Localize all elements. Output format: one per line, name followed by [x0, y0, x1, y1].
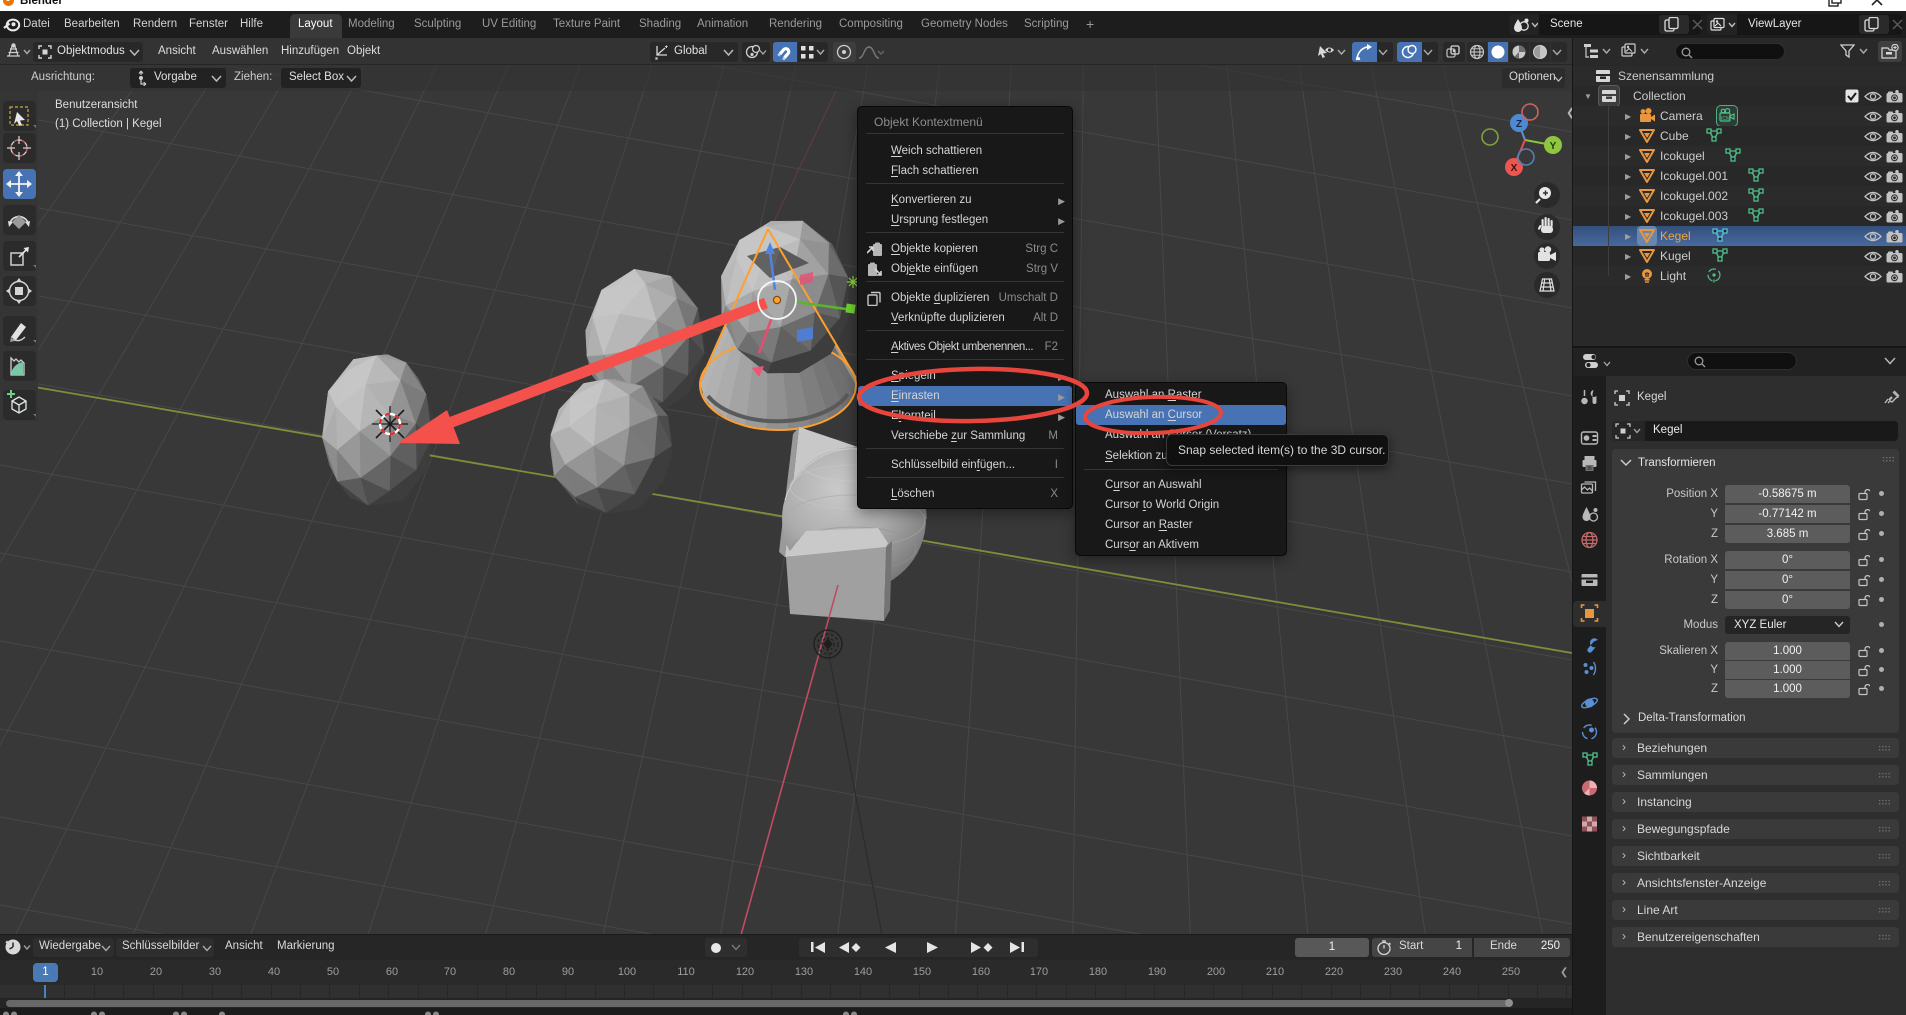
svg-text:X: X [1511, 163, 1518, 174]
svg-text:ICM: ICM [1721, 116, 1730, 122]
svg-text:Y: Y [1550, 141, 1557, 152]
svg-text:Z: Z [1516, 119, 1522, 130]
